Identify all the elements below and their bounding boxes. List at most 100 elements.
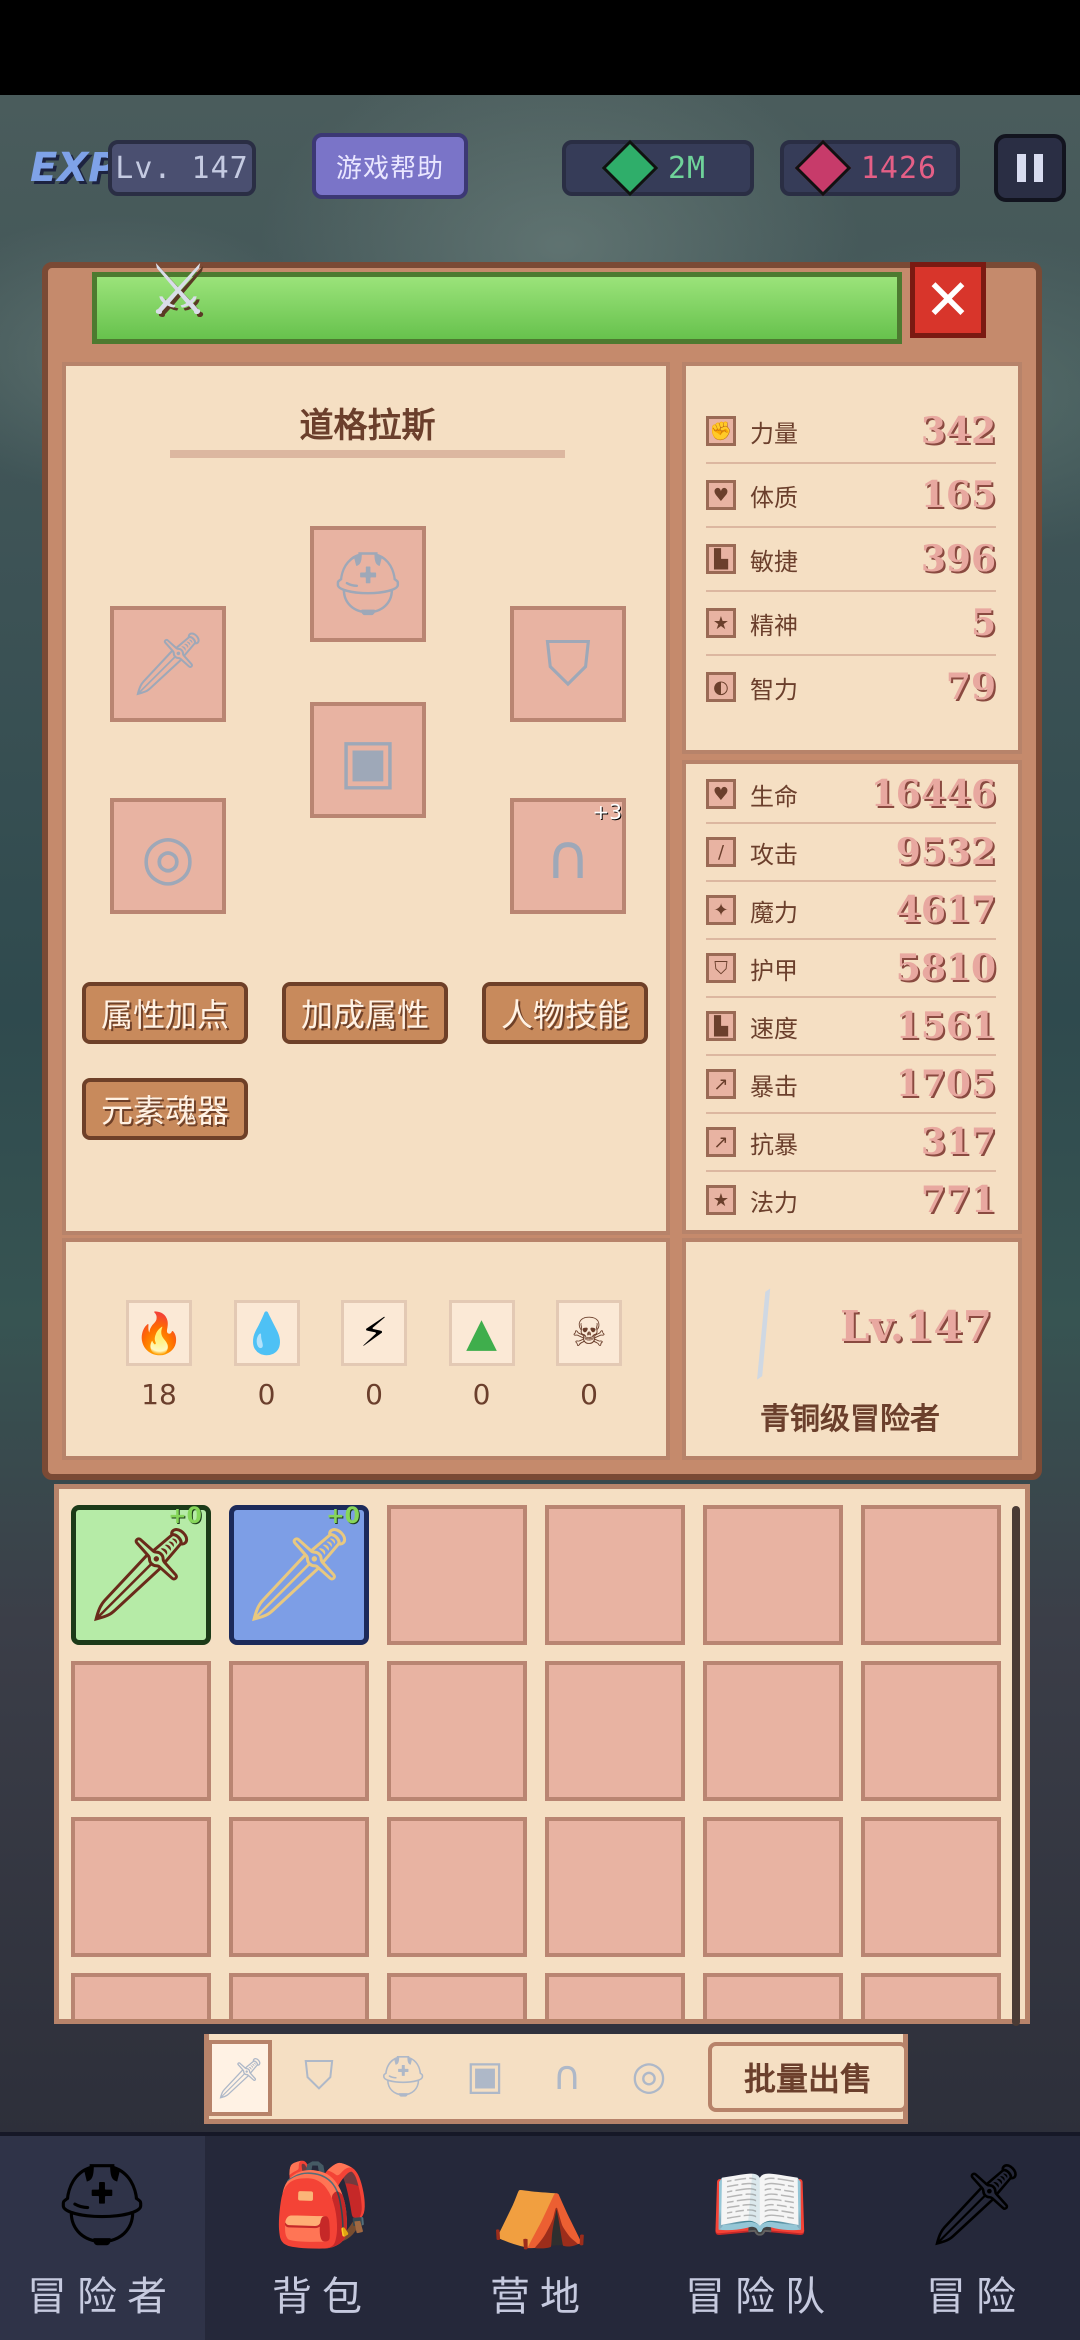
nav-label: 营地 [490, 2274, 590, 2320]
attr-value: 5 [970, 602, 996, 644]
inventory-slot[interactable] [703, 1661, 843, 1801]
armor-icon: ▣ [338, 723, 398, 797]
inventory-slot[interactable] [703, 1973, 843, 2019]
inventory-slot[interactable] [229, 1661, 369, 1801]
game-help-button[interactable]: 游戏帮助 [312, 133, 468, 199]
inventory-slot[interactable] [71, 1817, 211, 1957]
inventory-grid: 🗡 +0 🗡 +0 [54, 1484, 1030, 2024]
inventory-slot[interactable] [861, 1817, 1001, 1957]
weapon-slot[interactable]: 🗡 [110, 606, 226, 722]
inventory-slot[interactable] [71, 1973, 211, 2019]
nav-camp[interactable]: ⛺ 营地 [440, 2150, 640, 2340]
inventory-slot[interactable] [387, 1817, 527, 1957]
inventory-slot[interactable] [387, 1973, 527, 2019]
inventory-slot[interactable] [229, 1817, 369, 1957]
red-gem-counter[interactable]: 1426 [780, 139, 960, 197]
bulk-sell-button[interactable]: 批量出售 [708, 2042, 908, 2112]
heart-icon: ♥ [706, 779, 736, 809]
boot-icon: ▙ [706, 544, 736, 574]
nav-backpack[interactable]: 🎒 背包 [222, 2150, 422, 2340]
inventory-slot[interactable] [387, 1661, 527, 1801]
stat-name: 护甲 [750, 956, 798, 985]
crossed-swords-icon: ⚔ [146, 249, 210, 331]
element-value: 0 [257, 1378, 276, 1411]
tab-ring[interactable]: ◎ [622, 2046, 676, 2106]
tab-helmet[interactable]: ⛑ [376, 2046, 430, 2106]
attribute-list: ✊ 力量 342 ♥ 体质 165 ▙ 敏捷 396 ★ 精神 5 ◐ 智力 7… [706, 400, 996, 718]
tab-weapon[interactable]: 🗡 [208, 2040, 272, 2116]
helmet-icon: ⛑ [377, 2053, 429, 2100]
green-gem-value: 2M [667, 150, 707, 186]
close-button[interactable]: ✕ [910, 262, 986, 338]
tab-pants[interactable]: ∩ [540, 2046, 594, 2106]
ring-slot[interactable]: ◎ [110, 798, 226, 914]
nav-adventurer[interactable]: ⛑ 冒险者 [2, 2150, 202, 2340]
attr-row-intelligence: ◐ 智力 79 [706, 656, 996, 718]
attr-name: 智力 [750, 675, 798, 704]
pants-slot[interactable]: ∩ +3 [510, 798, 626, 914]
sword-icon: / [706, 837, 736, 867]
attribute-points-button[interactable]: 属性加点 [82, 982, 248, 1044]
element-dark[interactable]: ☠ 0 [554, 1300, 624, 1411]
element-earth[interactable]: ▲ 0 [447, 1300, 517, 1411]
inventory-scrollbar[interactable] [1012, 1506, 1020, 2026]
inventory-item[interactable]: 🗡 +0 [71, 1504, 211, 1645]
inventory-item[interactable]: 🗡 +0 [229, 1504, 369, 1645]
inventory-slot[interactable] [71, 1661, 211, 1801]
green-gem-counter[interactable]: 2M [562, 139, 754, 197]
lightning-icon: ⚡ [341, 1300, 407, 1366]
inventory-slot[interactable] [703, 1817, 843, 1957]
element-lightning[interactable]: ⚡ 0 [339, 1300, 409, 1411]
name-divider [170, 450, 565, 458]
stat-row-speed: ▙ 速度 1561 [706, 998, 996, 1054]
stat-row-crit-resist: ↗ 抗暴 317 [706, 1114, 996, 1170]
stat-name: 速度 [750, 1014, 798, 1043]
pause-icon-bar [1034, 154, 1043, 182]
inventory-slot[interactable] [545, 1661, 685, 1801]
inventory-slot[interactable] [545, 1817, 685, 1957]
element-water[interactable]: 💧 0 [232, 1300, 302, 1411]
inventory-slot[interactable] [861, 1973, 1001, 2019]
exp-label: EXP [30, 145, 118, 191]
armor-slot[interactable]: ▣ [310, 702, 426, 818]
bonus-attributes-button[interactable]: 加成属性 [282, 982, 448, 1044]
dark-sword-icon: 🗡 [82, 1521, 200, 1628]
inventory-slot[interactable] [861, 1661, 1001, 1801]
shield-slot[interactable]: ⛉ [510, 606, 626, 722]
book-icon: 📖 [710, 2158, 810, 2251]
element-soul-button[interactable]: 元素魂器 [82, 1078, 248, 1140]
stat-name: 抗暴 [750, 1130, 798, 1159]
inventory-slot[interactable] [387, 1505, 527, 1645]
inventory-slot[interactable] [545, 1973, 685, 2019]
attr-row-strength: ✊ 力量 342 [706, 400, 996, 462]
tab-shield[interactable]: ⛉ [292, 2046, 346, 2106]
rank-level: Lv.147 [840, 1302, 993, 1351]
sword-icon: 🗡 [214, 2055, 266, 2102]
player-level: Lv. 147 [108, 140, 256, 196]
attr-value: 79 [945, 666, 996, 708]
tab-armor[interactable]: ▣ [458, 2046, 512, 2106]
water-icon: 💧 [233, 1300, 300, 1366]
pants-icon: ∩ [545, 819, 591, 893]
nav-adventure[interactable]: 🗡 冒险 [876, 2150, 1076, 2340]
nav-team[interactable]: 📖 冒险队 [660, 2150, 860, 2340]
crit-resist-icon: ↗ [706, 1127, 736, 1157]
character-skills-button[interactable]: 人物技能 [482, 982, 648, 1044]
attr-row-agility: ▙ 敏捷 396 [706, 528, 996, 590]
helmet-slot[interactable]: ⛑ [310, 526, 426, 642]
inventory-slot[interactable] [229, 1973, 369, 2019]
shield-icon: ⛉ [706, 953, 736, 983]
stat-value: 1705 [895, 1063, 996, 1105]
element-fire[interactable]: 🔥 18 [124, 1300, 194, 1411]
sword-icon: 🗡 [128, 627, 208, 700]
inventory-slot[interactable] [545, 1505, 685, 1645]
inventory-slot[interactable] [861, 1505, 1001, 1645]
wand-icon: ✦ [706, 895, 736, 925]
attr-value: 165 [920, 474, 996, 516]
stat-row-hp: ♥ 生命 16446 [706, 766, 996, 822]
pause-button[interactable] [994, 134, 1066, 202]
brain-icon: ◐ [706, 672, 736, 702]
pause-icon [1017, 154, 1026, 182]
stat-value: 1561 [895, 1005, 996, 1047]
inventory-slot[interactable] [703, 1505, 843, 1645]
